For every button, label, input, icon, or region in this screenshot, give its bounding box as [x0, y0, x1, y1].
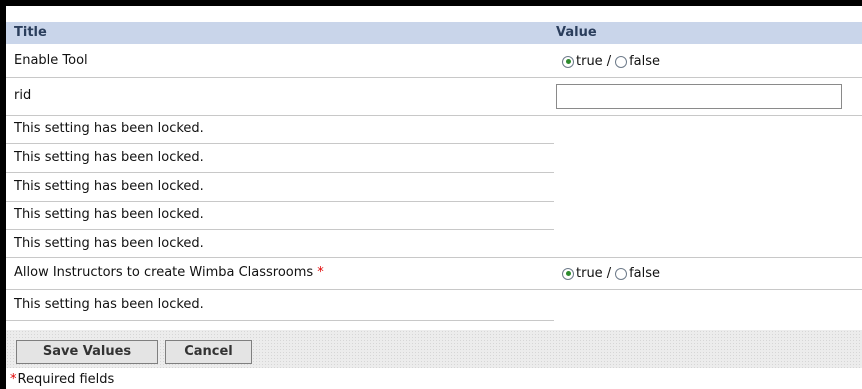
radio-selected-dot	[565, 271, 571, 276]
enable-tool-true-label: true	[576, 54, 603, 69]
locked-setting-label: This setting has been locked.	[14, 297, 204, 312]
column-header-title: Title	[14, 25, 47, 40]
table-header: Title Value	[6, 22, 862, 44]
row-label-allow-instructors: Allow Instructors to create Wimba Classr…	[14, 265, 324, 280]
row-label-rid: rid	[14, 88, 32, 103]
locked-setting-label: This setting has been locked.	[14, 150, 204, 165]
radio-separator: /	[606, 54, 612, 69]
locked-setting-label: This setting has been locked.	[14, 236, 204, 251]
allow-instructors-true-radio[interactable]	[562, 267, 574, 280]
allow-instructors-radio-group: true / false	[562, 266, 660, 281]
allow-instructors-true-label: true	[576, 266, 603, 281]
row-divider	[6, 257, 862, 258]
button-bar: Save Values Cancel	[6, 330, 862, 368]
row-divider	[6, 172, 554, 173]
enable-tool-false-label: false	[629, 54, 661, 69]
row-divider	[6, 320, 554, 321]
required-marker: *	[10, 372, 17, 387]
allow-instructors-label-text: Allow Instructors to create Wimba Classr…	[14, 265, 314, 280]
enable-tool-false-radio[interactable]	[615, 55, 628, 68]
row-divider	[6, 201, 554, 202]
row-divider	[6, 77, 862, 78]
allow-instructors-false-label: false	[629, 266, 661, 281]
radio-selected-dot	[565, 59, 571, 64]
row-label-enable-tool: Enable Tool	[14, 53, 88, 68]
required-fields-text: Required fields	[17, 372, 115, 387]
enable-tool-true-radio[interactable]	[562, 55, 574, 68]
radio-separator: /	[606, 266, 612, 281]
row-divider	[6, 289, 862, 290]
column-header-value: Value	[556, 25, 597, 40]
required-fields-note: *Required fields	[10, 372, 114, 387]
cancel-button[interactable]: Cancel	[165, 340, 252, 364]
save-values-button[interactable]: Save Values	[16, 340, 158, 364]
row-divider	[6, 229, 554, 230]
locked-setting-label: This setting has been locked.	[14, 121, 204, 136]
locked-setting-label: This setting has been locked.	[14, 207, 204, 222]
row-divider	[6, 143, 554, 144]
required-marker: *	[317, 265, 324, 280]
allow-instructors-false-radio[interactable]	[615, 267, 628, 280]
locked-setting-label: This setting has been locked.	[14, 179, 204, 194]
enable-tool-radio-group: true / false	[562, 54, 660, 69]
rid-input[interactable]	[556, 84, 842, 109]
row-divider	[6, 115, 862, 116]
